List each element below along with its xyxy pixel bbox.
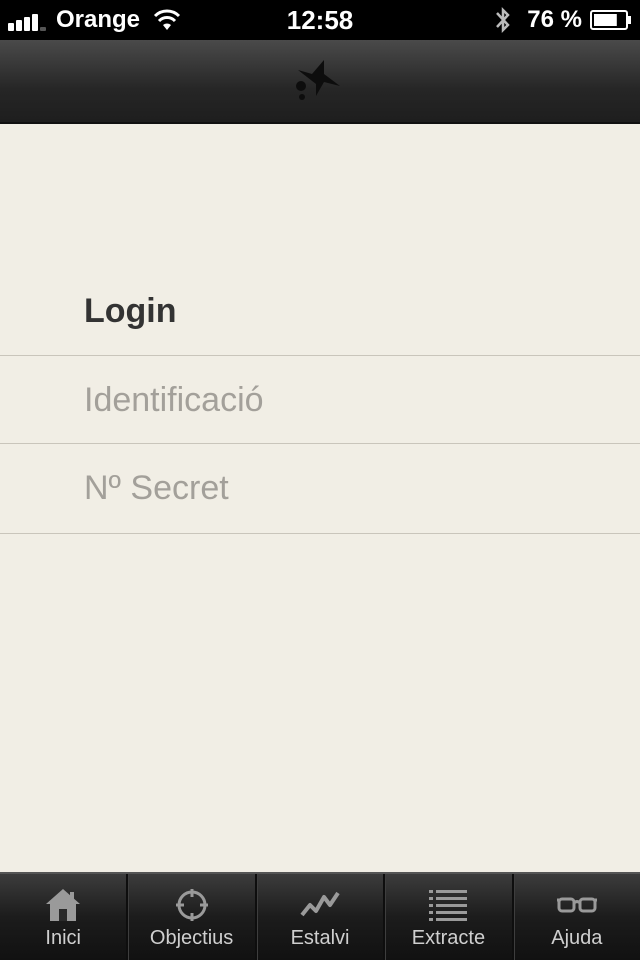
tab-bar: Inici Objectius Estalvi Extracte Ajuda (0, 872, 640, 960)
login-screen: Login (0, 124, 640, 872)
tab-label: Extracte (411, 927, 486, 949)
tab-objectius[interactable]: Objectius (126, 874, 254, 960)
status-right: 76 % (493, 0, 632, 40)
battery-percent: 76 % (527, 6, 582, 33)
nav-bar (0, 40, 640, 124)
glasses-icon (556, 897, 597, 913)
divider (0, 533, 640, 534)
identification-input[interactable] (84, 356, 604, 444)
tab-label: Objectius (149, 927, 234, 949)
tab-inici[interactable]: Inici (0, 874, 126, 960)
page-title: Login (84, 292, 177, 330)
identification-row (0, 355, 640, 444)
tab-extracte[interactable]: Extracte (383, 874, 511, 960)
secret-number-input[interactable] (84, 444, 604, 532)
list-icon (429, 890, 468, 921)
tab-label: Ajuda (551, 927, 603, 949)
star-logo-icon (296, 60, 340, 100)
bluetooth-icon (496, 6, 511, 34)
status-bar: Orange 12:58 76 % (0, 0, 640, 40)
target-icon (175, 889, 208, 921)
trend-icon (300, 891, 340, 917)
tab-label: Estalvi (290, 927, 350, 949)
tab-ajuda[interactable]: Ajuda (511, 874, 640, 960)
battery-icon (590, 10, 631, 30)
tab-label: Inici (45, 927, 81, 949)
tab-estalvi[interactable]: Estalvi (254, 874, 383, 960)
secret-row (0, 443, 640, 532)
home-icon (46, 889, 81, 921)
